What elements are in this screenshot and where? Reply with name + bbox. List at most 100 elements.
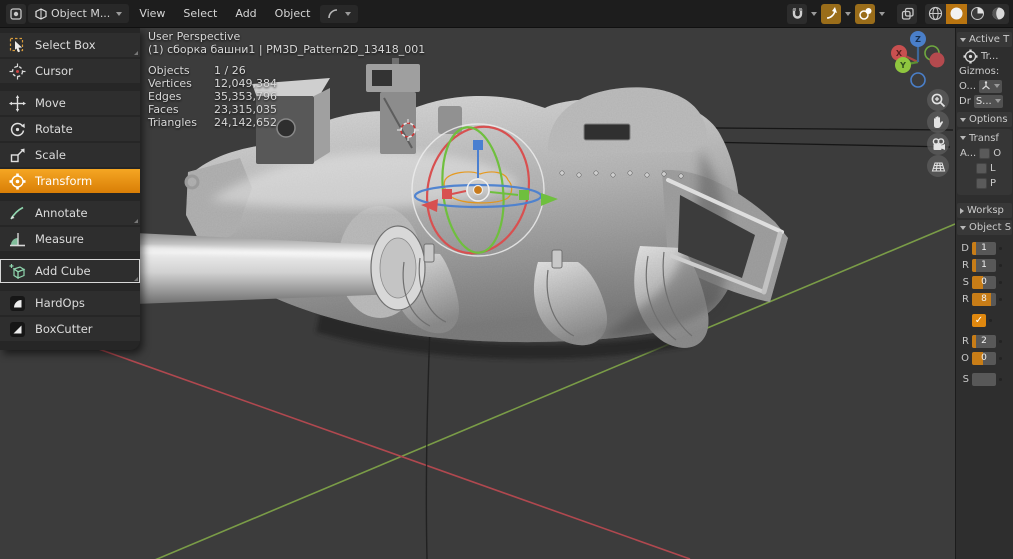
number-field[interactable]: 1: [972, 259, 996, 272]
shading-rendered-icon[interactable]: [988, 4, 1009, 24]
axis-z-label: Z: [915, 35, 921, 44]
subpanel-header-transform[interactable]: Transf: [960, 131, 1011, 145]
viewport-info-overlay: User Perspective (1) сборка башни1 | PM3…: [148, 30, 425, 129]
gizmos-label: Gizmos:: [959, 64, 1012, 78]
axis-neg-z-ball[interactable]: [911, 73, 925, 87]
shading-solid-icon[interactable]: [946, 4, 967, 24]
drag-label: Dr: [959, 96, 971, 107]
decorator-dot[interactable]: [989, 319, 992, 322]
active-tool-row[interactable]: Tr...: [963, 49, 1012, 63]
toolbar-item-hardops[interactable]: HardOps: [0, 291, 140, 315]
panel-header-object[interactable]: Object S: [957, 220, 1012, 235]
drag-action-dropdown[interactable]: S...: [974, 95, 1003, 108]
menu-select[interactable]: Select: [175, 3, 225, 24]
axes-mini-icon: [981, 81, 991, 91]
decorator-dot[interactable]: [999, 298, 1002, 301]
axis-y-label: Y: [899, 61, 906, 70]
checkbox-origins-label: O: [993, 148, 1001, 159]
orthographic-grid-button[interactable]: [927, 155, 949, 177]
toolbar-item-add-cube[interactable]: Add Cube: [0, 259, 140, 283]
number-field[interactable]: 0: [972, 276, 996, 289]
axis-x-label: X: [896, 49, 903, 58]
toolbar-item-rotate[interactable]: Rotate: [0, 117, 140, 141]
orientation-gizmo[interactable]: Z X Y: [884, 28, 954, 98]
snap-target-icon[interactable]: [821, 4, 841, 24]
toolbar-item-annotate[interactable]: Annotate: [0, 201, 140, 225]
pan-hand-button[interactable]: [927, 111, 949, 133]
collapse-triangle-icon: [960, 136, 966, 140]
rotate-icon: [8, 121, 26, 138]
affect-only-row-origins: A... O: [960, 146, 1011, 160]
toolbar-separator: [0, 284, 140, 290]
toolbar-item-move[interactable]: Move: [0, 91, 140, 115]
decorator-dot[interactable]: [999, 378, 1002, 381]
menu-add[interactable]: Add: [227, 3, 264, 24]
move-y-handle[interactable]: [519, 190, 529, 200]
number-field[interactable]: 0: [972, 352, 996, 365]
setting-row: R 1: [957, 258, 1012, 272]
object-settings-rows: D 1 R 1 S 0 R 8 ✓: [957, 241, 1012, 386]
chevron-down-icon: [995, 99, 1001, 103]
checkbox-origins[interactable]: [979, 148, 990, 159]
checkbox-checked[interactable]: ✓: [972, 314, 986, 327]
cursor-tool-icon: [8, 63, 26, 80]
decorator-dot[interactable]: [999, 264, 1002, 267]
tool-shelf: Select Box Cursor Move Rotate Scale: [0, 28, 140, 350]
top-header-bar: Object M... View Select Add Object: [0, 0, 1013, 28]
object-mode-icon: [35, 8, 47, 20]
mode-selector-dropdown[interactable]: Object M...: [28, 4, 129, 23]
move-z-handle[interactable]: [473, 140, 483, 150]
chevron-down-icon[interactable]: [879, 12, 885, 16]
setting-row: ✓: [957, 313, 1012, 327]
scene-statistics: Objects1 / 26 Vertices12,049,384 Edges35…: [148, 64, 425, 129]
magnet-snap-icon[interactable]: [787, 4, 807, 24]
toolbar-item-cursor[interactable]: Cursor: [0, 59, 140, 83]
number-field[interactable]: [972, 373, 996, 386]
number-field[interactable]: 2: [972, 335, 996, 348]
checkbox-locations[interactable]: [976, 163, 987, 174]
toolbar-item-measure[interactable]: Measure: [0, 227, 140, 251]
toolbar-item-select-box[interactable]: Select Box: [0, 33, 140, 57]
menu-object[interactable]: Object: [267, 3, 319, 24]
annotate-icon: [8, 205, 26, 222]
camera-view-button[interactable]: [927, 133, 949, 155]
measure-icon: [8, 231, 26, 248]
toolbar-item-scale[interactable]: Scale: [0, 143, 140, 167]
number-field[interactable]: 8: [972, 293, 996, 306]
chevron-down-icon[interactable]: [811, 12, 817, 16]
shading-material-icon[interactable]: [967, 4, 988, 24]
setting-row: R 2: [957, 334, 1012, 348]
chevron-down-icon: [345, 12, 351, 16]
gizmo-center-dot[interactable]: [474, 186, 483, 195]
gizmo-orientation-dropdown[interactable]: [979, 80, 1002, 93]
transform-icon: [8, 173, 26, 190]
axis-neg-x-ball[interactable]: [930, 53, 945, 68]
toolbar-item-boxcutter[interactable]: BoxCutter: [0, 317, 140, 341]
move-x-handle[interactable]: [442, 189, 452, 199]
decorator-dot[interactable]: [999, 340, 1002, 343]
move-icon: [8, 95, 26, 112]
decorator-dot[interactable]: [999, 357, 1002, 360]
panel-header-active-tool[interactable]: Active T: [957, 32, 1012, 47]
panel-header-options[interactable]: Options: [957, 112, 1012, 127]
menu-view[interactable]: View: [131, 3, 173, 24]
transform-tool-icon: [963, 49, 978, 64]
toolbar-item-transform[interactable]: Transform: [0, 169, 140, 193]
checkbox-parents[interactable]: [976, 178, 987, 189]
active-object-label: (1) сборка башни1 | PM3D_Pattern2D_13418…: [148, 43, 425, 56]
overlays-icon[interactable]: [897, 4, 917, 24]
chevron-down-icon[interactable]: [845, 12, 851, 16]
decorator-dot[interactable]: [999, 281, 1002, 284]
active-tool-name: Tr...: [981, 51, 998, 62]
shading-wireframe-icon[interactable]: [925, 4, 946, 24]
sidebar-tool-panel: Active T Tr... Gizmos: O... Dr S... Opti…: [955, 28, 1013, 559]
zoom-in-button[interactable]: [927, 89, 949, 111]
checkbox-parents-label: P: [990, 178, 996, 189]
number-field[interactable]: 1: [972, 242, 996, 255]
decorator-dot[interactable]: [999, 247, 1002, 250]
arc-icon: [327, 8, 339, 20]
panel-header-workspace[interactable]: Worksp: [957, 203, 1012, 218]
tool-options-dropdown[interactable]: [320, 5, 358, 23]
proportional-falloff-icon[interactable]: [855, 4, 875, 24]
editor-type-icon[interactable]: [6, 4, 26, 24]
